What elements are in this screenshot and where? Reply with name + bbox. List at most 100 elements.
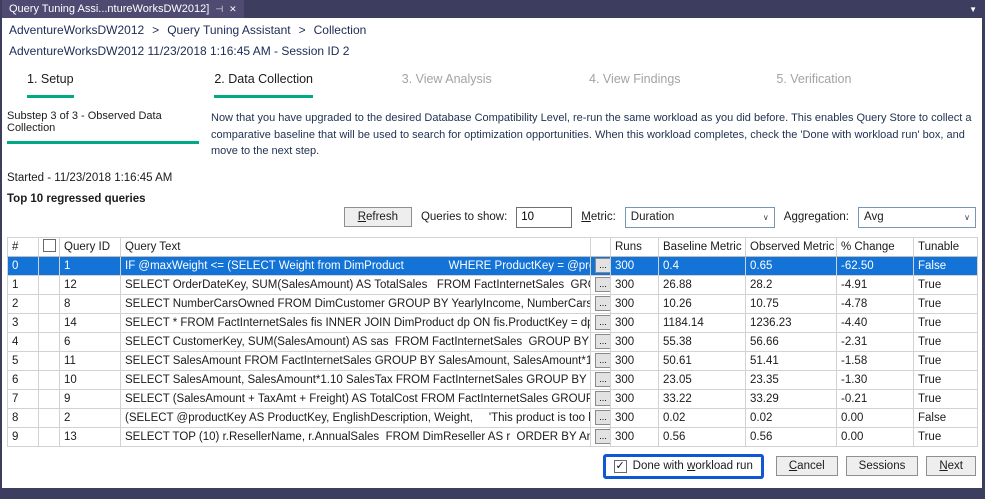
close-icon[interactable]: ✕ [229,4,237,15]
table-row[interactable]: 3 14 SELECT * FROM FactInternetSales fis… [8,313,978,332]
chevron-down-icon: ∨ [964,213,970,222]
refresh-button[interactable]: Refresh [344,207,412,227]
query-text-expand-button[interactable]: ... [595,353,611,368]
document-tab-strip: Query Tuning Assi...ntureWorksDW2012] ⊣ … [2,0,982,18]
query-text-cell: SELECT TOP (10) r.ResellerName, r.Annual… [121,427,591,446]
breadcrumb-qta[interactable]: Query Tuning Assistant [167,23,290,37]
row-checkbox-cell[interactable] [39,275,60,294]
substep-label: Substep 3 of 3 - Observed Data Collectio… [7,110,199,160]
query-expand-cell: ... [591,313,611,332]
percent-change-cell: 0.00 [837,427,914,446]
header-expand [591,237,611,256]
wizard-step[interactable]: 3. View Analysis [402,72,589,98]
table-row[interactable]: 6 10 SELECT SalesAmount, SalesAmount*1.1… [8,370,978,389]
query-text-expand-button[interactable]: ... [595,410,611,425]
query-table-body: 0 1 IF @maxWeight <= (SELECT Weight from… [8,256,978,446]
done-with-workload-highlight[interactable]: ✓ Done with workload run [603,454,764,479]
header-query-id[interactable]: Query ID [60,237,121,256]
query-text-cell: SELECT SalesAmount, SalesAmount*1.10 Sal… [121,370,591,389]
baseline-metric-cell: 1184.14 [659,313,746,332]
metric-select[interactable]: Duration ∨ [625,207,775,228]
aggregation-select[interactable]: Avg ∨ [858,207,976,228]
query-text-expand-button[interactable]: ... [595,296,611,311]
row-checkbox-cell[interactable] [39,427,60,446]
table-row[interactable]: 0 1 IF @maxWeight <= (SELECT Weight from… [8,256,978,275]
breadcrumb-collection[interactable]: Collection [314,23,367,37]
tab-list-dropdown-icon[interactable]: ▼ [969,5,982,14]
query-text-expand-button[interactable]: ... [595,334,611,349]
table-row[interactable]: 5 11 SELECT SalesAmount FROM FactInterne… [8,351,978,370]
row-checkbox-cell[interactable] [39,294,60,313]
row-number-cell: 0 [8,256,39,275]
row-checkbox-cell[interactable] [39,313,60,332]
query-text-expand-button[interactable]: ... [595,258,611,273]
wizard-step[interactable]: 2. Data Collection [214,72,401,98]
query-text-expand-button[interactable]: ... [595,315,611,330]
breadcrumb-separator: > [152,23,159,37]
table-row[interactable]: 2 8 SELECT NumberCarsOwned FROM DimCusto… [8,294,978,313]
observed-metric-cell: 51.41 [746,351,837,370]
header-runs[interactable]: Runs [611,237,659,256]
query-text-expand-button[interactable]: ... [595,277,611,292]
table-row[interactable]: 9 13 SELECT TOP (10) r.ResellerName, r.A… [8,427,978,446]
document-tab[interactable]: Query Tuning Assi...ntureWorksDW2012] ⊣ … [2,0,244,18]
wizard-step[interactable]: 4. View Findings [589,72,776,98]
query-text-cell: SELECT CustomerKey, SUM(SalesAmount) AS … [121,332,591,351]
percent-change-cell: -0.21 [837,389,914,408]
breadcrumb-separator: > [299,23,306,37]
sessions-button[interactable]: Sessions [846,456,919,476]
query-text-cell: IF @maxWeight <= (SELECT Weight from Dim… [121,256,591,275]
query-text-expand-button[interactable]: ... [595,429,611,444]
query-id-cell: 13 [60,427,121,446]
table-row[interactable]: 4 6 SELECT CustomerKey, SUM(SalesAmount)… [8,332,978,351]
table-row[interactable]: 7 9 SELECT (SalesAmount + TaxAmt + Freig… [8,389,978,408]
tunable-cell: True [914,275,978,294]
table-row[interactable]: 1 12 SELECT OrderDateKey, SUM(SalesAmoun… [8,275,978,294]
row-checkbox-cell[interactable] [39,332,60,351]
row-checkbox-cell[interactable] [39,408,60,427]
row-checkbox-cell[interactable] [39,370,60,389]
row-checkbox-cell[interactable] [39,389,60,408]
breadcrumb-database[interactable]: AdventureWorksDW2012 [9,23,144,37]
query-expand-cell: ... [591,408,611,427]
done-with-workload-checkbox[interactable]: ✓ [614,460,627,473]
queries-to-show-input[interactable] [516,207,572,228]
header-percent-change[interactable]: % Change [837,237,914,256]
percent-change-cell: 0.00 [837,408,914,427]
observed-metric-cell: 28.2 [746,275,837,294]
cancel-button[interactable]: Cancel [776,456,838,476]
baseline-metric-cell: 0.4 [659,256,746,275]
observed-metric-cell: 10.75 [746,294,837,313]
chevron-down-icon: ∨ [763,213,769,222]
query-id-cell: 2 [60,408,121,427]
footer-controls: ✓ Done with workload run Cancel Sessions… [7,454,978,479]
tunable-cell: True [914,389,978,408]
percent-change-cell: -1.30 [837,370,914,389]
query-text-cell: SELECT NumberCarsOwned FROM DimCustomer … [121,294,591,313]
header-query-text[interactable]: Query Text [121,237,591,256]
wizard-step-label: 3. View Analysis [402,72,492,95]
runs-cell: 300 [611,370,659,389]
query-text-expand-button[interactable]: ... [595,372,611,387]
wizard-step[interactable]: 5. Verification [776,72,963,98]
pin-icon[interactable]: ⊣ [215,4,223,15]
query-text-expand-button[interactable]: ... [595,391,611,406]
header-row-number[interactable]: # [8,237,39,256]
grid-controls: Refresh Queries to show: Metric: Duratio… [7,207,978,228]
header-baseline-metric[interactable]: Baseline Metric [659,237,746,256]
queries-to-show-label: Queries to show: [421,211,507,223]
tunable-cell: True [914,294,978,313]
header-observed-metric[interactable]: Observed Metric [746,237,837,256]
substep-row: Substep 3 of 3 - Observed Data Collectio… [7,110,978,160]
select-all-checkbox[interactable] [43,239,56,252]
query-expand-cell: ... [591,275,611,294]
header-tunable[interactable]: Tunable [914,237,978,256]
row-checkbox-cell[interactable] [39,256,60,275]
query-expand-cell: ... [591,351,611,370]
table-row[interactable]: 8 2 (SELECT @productKey AS ProductKey, E… [8,408,978,427]
percent-change-cell: -62.50 [837,256,914,275]
row-checkbox-cell[interactable] [39,351,60,370]
query-id-cell: 9 [60,389,121,408]
next-button[interactable]: Next [926,456,976,476]
wizard-step[interactable]: 1. Setup [27,72,214,98]
